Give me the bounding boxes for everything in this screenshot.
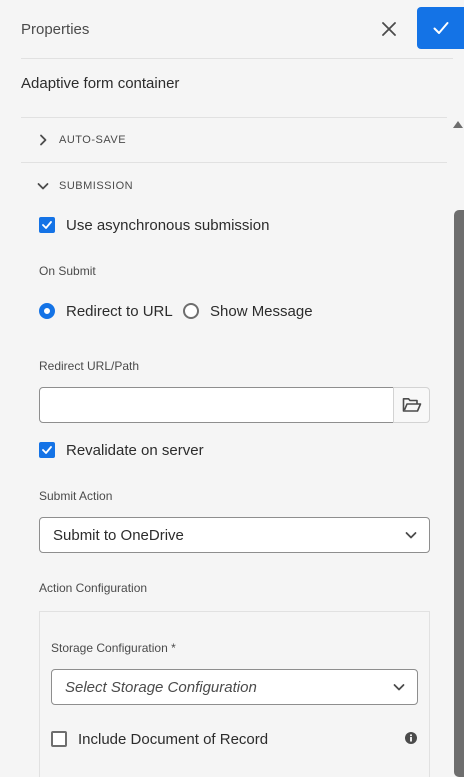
document-of-record-label: Include Document of Record xyxy=(78,730,269,748)
header-divider xyxy=(21,58,453,59)
accordion-autosave[interactable]: AUTO-SAVE xyxy=(21,118,447,162)
properties-header: Properties xyxy=(0,0,464,58)
chevron-down-icon xyxy=(36,179,50,193)
accordion-submission[interactable]: SUBMISSION xyxy=(21,164,447,208)
checkbox-checked-icon xyxy=(39,217,55,233)
close-icon xyxy=(382,22,396,36)
component-label: Adaptive form container xyxy=(21,75,180,92)
radio-unselected-icon xyxy=(183,303,199,319)
info-icon[interactable] xyxy=(405,732,417,744)
radio-selected-icon xyxy=(39,303,55,319)
checkbox-checked-icon xyxy=(39,442,55,458)
confirm-button[interactable] xyxy=(417,7,464,49)
radio-redirect-url[interactable]: Redirect to URL xyxy=(39,301,173,321)
redirect-url-label: Redirect URL/Path xyxy=(39,359,140,373)
action-config-label: Action Configuration xyxy=(39,581,148,595)
storage-config-label: Storage Configuration * xyxy=(51,641,176,655)
revalidate-label: Revalidate on server xyxy=(66,441,204,459)
checkbox-unchecked-icon xyxy=(51,731,67,747)
chevron-down-icon xyxy=(405,532,417,539)
storage-config-placeholder: Select Storage Configuration xyxy=(65,678,257,696)
radio-message-label: Show Message xyxy=(210,302,313,320)
radio-show-message[interactable]: Show Message xyxy=(183,301,313,321)
panel-title: Properties xyxy=(21,21,90,38)
folder-open-icon xyxy=(402,398,421,412)
submit-action-select[interactable]: Submit to OneDrive xyxy=(39,517,430,553)
redirect-url-input[interactable] xyxy=(39,387,394,423)
chevron-down-icon xyxy=(393,684,405,691)
async-submission-label: Use asynchronous submission xyxy=(66,216,270,234)
async-submission-checkbox[interactable]: Use asynchronous submission xyxy=(39,215,269,235)
document-of-record-checkbox[interactable]: Include Document of Record xyxy=(51,729,268,749)
scroll-up-arrow-icon[interactable] xyxy=(452,118,464,130)
accordion-label: SUBMISSION xyxy=(59,180,134,192)
submit-action-value: Submit to OneDrive xyxy=(53,526,184,544)
browse-button[interactable] xyxy=(393,387,430,423)
scrollbar-thumb[interactable] xyxy=(454,210,464,777)
revalidate-checkbox[interactable]: Revalidate on server xyxy=(39,440,204,460)
checkmark-icon xyxy=(433,22,448,34)
storage-config-select[interactable]: Select Storage Configuration xyxy=(51,669,418,705)
radio-redirect-label: Redirect to URL xyxy=(66,302,173,320)
accordion-label: AUTO-SAVE xyxy=(59,134,127,146)
submit-action-label: Submit Action xyxy=(39,489,113,503)
on-submit-label: On Submit xyxy=(39,264,96,278)
close-button[interactable] xyxy=(372,12,406,46)
chevron-right-icon xyxy=(36,133,50,147)
accordion-divider xyxy=(21,162,447,163)
